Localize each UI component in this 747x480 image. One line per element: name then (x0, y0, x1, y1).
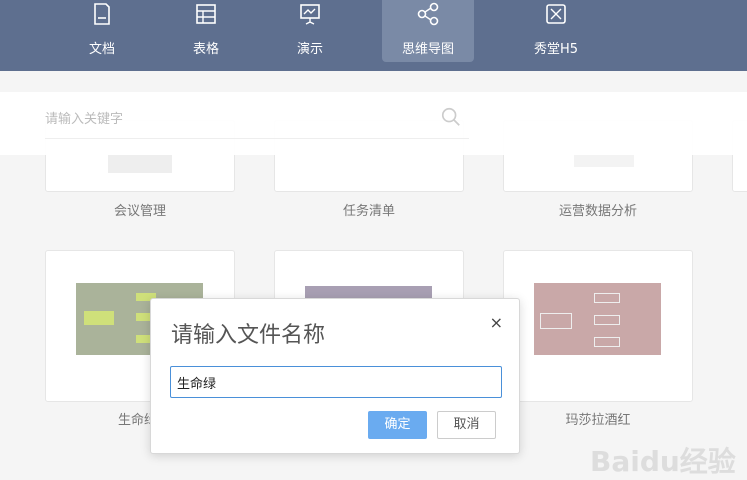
nav-item-h5[interactable]: 秀堂H5 (520, 0, 592, 62)
template-label: 玛莎拉酒红 (565, 413, 631, 428)
nav-item-label: 秀堂H5 (533, 42, 579, 57)
nav-item-label: 表格 (192, 42, 219, 57)
nav-item-table[interactable]: 表格 (174, 0, 238, 62)
h5-icon (546, 4, 566, 24)
watermark: Baidu经验 (590, 445, 736, 478)
template-thumbnail (534, 283, 661, 355)
template-label: 会议管理 (113, 204, 166, 219)
nav-item-label: 文档 (88, 42, 115, 57)
mindmap-icon (417, 2, 439, 26)
cancel-button[interactable]: 取消 (437, 411, 496, 439)
filename-dialog: 请输入文件名称 × 确定 取消 (150, 298, 520, 454)
filename-input[interactable] (170, 366, 502, 398)
nav-item-label: 思维导图 (401, 42, 454, 57)
mindmap-node (594, 315, 620, 325)
mindmap-center-node (540, 313, 572, 329)
template-card-burgundy[interactable] (503, 250, 693, 402)
table-icon (196, 4, 216, 24)
mindmap-node (594, 293, 620, 303)
nav-item-label: 演示 (296, 42, 323, 57)
nav-item-document[interactable]: 文档 (70, 0, 134, 62)
top-nav-bar: 文档 表格 演示 思维导图 秀堂H5 (0, 0, 747, 71)
mindmap-node (594, 337, 620, 347)
dialog-title: 请输入文件名称 (171, 323, 326, 348)
nav-item-presentation[interactable]: 演示 (278, 0, 342, 62)
confirm-button[interactable]: 确定 (368, 411, 427, 439)
search-input[interactable] (45, 100, 469, 139)
search-icon[interactable] (440, 106, 462, 128)
nav-item-mindmap[interactable]: 思维导图 (382, 0, 474, 62)
template-label: 运营数据分析 (558, 204, 637, 219)
mindmap-center-node (84, 311, 114, 325)
close-icon[interactable]: × (490, 313, 503, 332)
presentation-icon (300, 4, 320, 25)
template-label: 任务清单 (342, 204, 395, 219)
document-icon (94, 3, 110, 25)
